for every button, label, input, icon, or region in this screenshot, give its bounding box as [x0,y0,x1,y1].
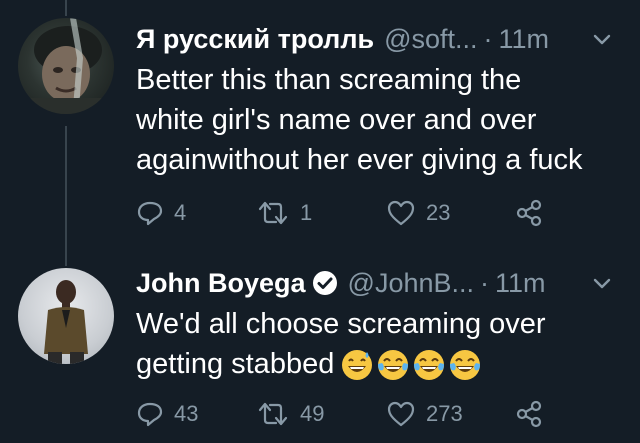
retweet-icon [258,402,288,426]
share-icon [516,199,542,227]
reply-icon [137,402,163,427]
display-name[interactable]: Я русский тролль [136,24,374,55]
tears-of-joy-emoji [414,350,445,381]
chevron-down-icon[interactable] [592,272,614,294]
timestamp[interactable]: 11m [499,24,550,55]
separator-dot: · [483,23,493,54]
reply-count: 43 [174,401,199,426]
tears-of-joy-emoji [450,350,481,381]
heart-icon [387,200,415,226]
reply-button[interactable]: 43 [136,400,198,428]
like-button[interactable]: 273 [386,400,463,428]
retweet-button[interactable]: 1 [256,199,312,227]
thread-line [65,0,67,16]
like-count: 273 [426,401,463,426]
share-button[interactable] [514,399,544,429]
thread-line [65,126,67,266]
share-icon [516,400,542,428]
retweet-count: 1 [300,200,313,225]
retweet-icon [258,201,288,225]
timestamp[interactable]: 11m [495,268,546,299]
avatar[interactable] [18,18,114,114]
retweet-button[interactable]: 49 [256,400,324,428]
tweet[interactable]: John Boyega @JohnB... · 11m We'd all cho… [136,262,622,384]
emoji-group [340,348,484,382]
reply-button[interactable]: 4 [136,199,186,227]
grinning-sweat-emoji [342,350,373,381]
tweet-actions: 43 49 273 [136,396,616,432]
user-handle[interactable]: @JohnB... [348,268,474,299]
heart-icon [387,401,415,427]
reply-count: 4 [174,200,187,225]
tweet-text: We'd all choose screaming over getting s… [136,304,622,384]
verified-badge-icon [312,270,338,296]
user-handle[interactable]: @soft... [384,24,477,55]
display-name[interactable]: John Boyega [136,268,306,299]
tweet-text: Better this than screaming the white gir… [136,64,583,176]
tears-of-joy-emoji [378,350,409,381]
share-button[interactable] [514,198,544,228]
retweet-count: 49 [300,401,325,426]
like-count: 23 [426,200,451,225]
avatar[interactable] [18,268,114,364]
tweet-actions: 4 1 23 [136,195,616,231]
separator-dot: · [480,267,490,298]
like-button[interactable]: 23 [386,199,450,227]
chevron-down-icon[interactable] [592,28,614,50]
tweet[interactable]: Я русский тролль @soft... · 11m Better t… [136,18,622,180]
reply-icon [137,201,163,226]
